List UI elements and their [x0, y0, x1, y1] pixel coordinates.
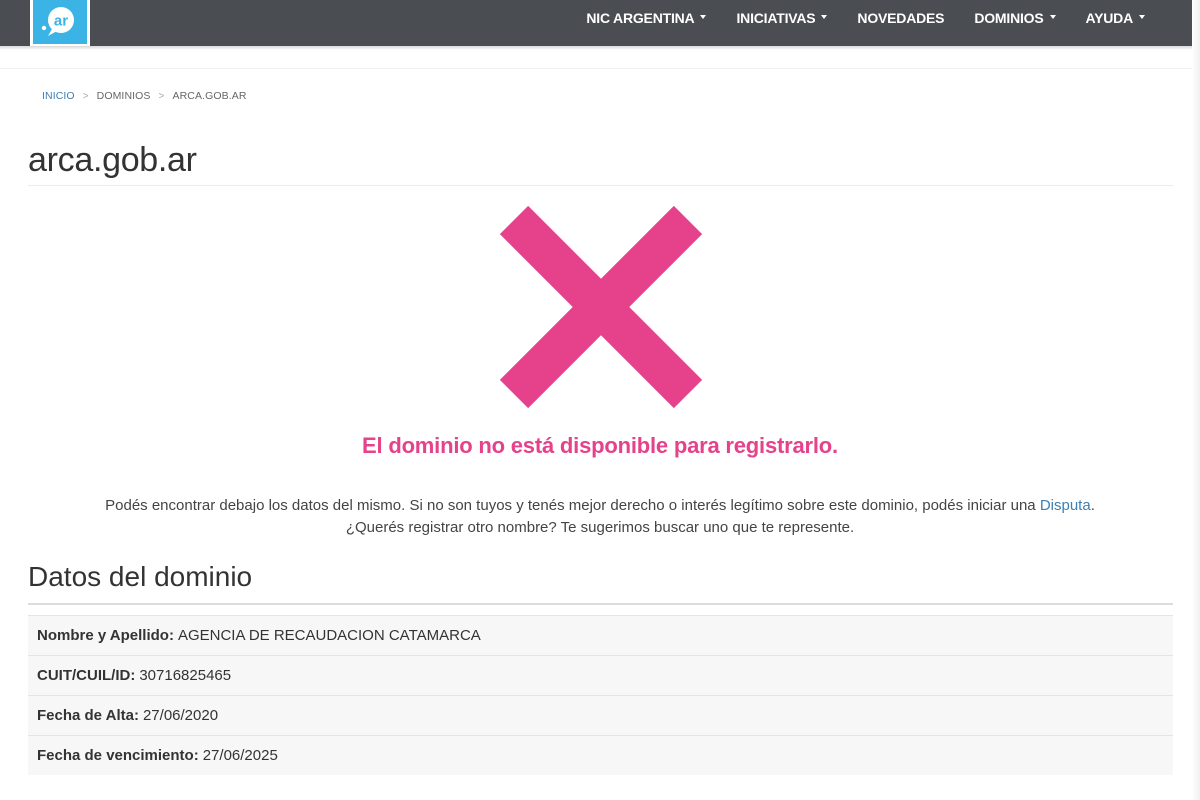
info-text: Podés encontrar debajo los datos del mis…: [0, 495, 1200, 539]
row-value: AGENCIA DE RECAUDACION CATAMARCA: [177, 627, 481, 644]
ar-logo-icon: ar: [41, 7, 74, 36]
row-label: CUIT/CUIL/ID:: [37, 667, 136, 684]
caret-down-icon: [1049, 15, 1056, 19]
page-title: arca.gob.ar: [28, 141, 197, 179]
svg-text:ar: ar: [54, 13, 68, 30]
nav-item-nic-argentina[interactable]: NIC ARGENTINA: [586, 10, 707, 26]
section-title: Datos del dominio: [28, 561, 253, 592]
top-navbar: ar NIC ARGENTINA INICIATIVAS NOVEDADES D…: [0, 0, 1200, 46]
nav-item-label: NIC ARGENTINA: [586, 10, 695, 26]
nav-item-ayuda[interactable]: AYUDA: [1085, 10, 1145, 26]
nav-item-label: NOVEDADES: [857, 10, 945, 26]
main-nav: NIC ARGENTINA INICIATIVAS NOVEDADES DOMI…: [556, 0, 1145, 36]
logo-badge: ar: [33, 0, 87, 44]
info-line-2: ¿Querés registrar otro nombre? Te sugeri…: [345, 519, 855, 536]
row-label: Nombre y Apellido:: [37, 627, 174, 644]
unavailable-message: El dominio no está disponible para regis…: [362, 433, 838, 458]
title-divider: [28, 185, 1173, 186]
domain-data-table: Nombre y Apellido: AGENCIA DE RECAUDACIO…: [28, 615, 1173, 775]
breadcrumb-separator: >: [158, 90, 165, 102]
dispute-link[interactable]: Disputa: [1040, 497, 1091, 514]
caret-down-icon: [1139, 15, 1145, 19]
info-line-1-end: .: [1090, 497, 1095, 514]
divider: [0, 68, 1200, 69]
x-icon: [500, 206, 702, 408]
section-divider: [28, 603, 1173, 605]
breadcrumb-home-link[interactable]: INICIO: [42, 90, 75, 102]
info-line-1: Podés encontrar debajo los datos del mis…: [0, 495, 1200, 517]
nav-item-label: INICIATIVAS: [736, 10, 816, 26]
caret-down-icon: [700, 15, 707, 19]
info-line-1-text: Podés encontrar debajo los datos del mis…: [105, 497, 1040, 514]
breadcrumb-dominios[interactable]: DOMINIOS: [97, 90, 151, 102]
breadcrumb-current: ARCA.GOB.AR: [172, 90, 247, 102]
nav-item-label: DOMINIOS: [974, 10, 1044, 26]
table-row: Nombre y Apellido: AGENCIA DE RECAUDACIO…: [28, 615, 1173, 655]
row-label: Fecha de vencimiento:: [37, 747, 199, 764]
row-value: 30716825465: [139, 667, 232, 684]
caret-down-icon: [821, 15, 828, 19]
table-row: Fecha de Alta: 27/06/2020: [28, 695, 1173, 735]
row-value: 27/06/2020: [142, 707, 219, 724]
nav-item-label: AYUDA: [1085, 10, 1134, 26]
table-row: Fecha de vencimiento: 27/06/2025: [28, 735, 1173, 775]
breadcrumb: INICIO > DOMINIOS > ARCA.GOB.AR: [42, 90, 247, 102]
nav-item-iniciativas[interactable]: INICIATIVAS: [736, 10, 828, 26]
table-row: CUIT/CUIL/ID: 30716825465: [28, 655, 1173, 695]
site-logo[interactable]: ar: [30, 0, 90, 46]
row-value: 27/06/2025: [202, 747, 278, 764]
page-edge: [1192, 0, 1200, 800]
nav-item-novedades[interactable]: NOVEDADES: [857, 10, 944, 26]
navbar-shadow: [0, 46, 1200, 50]
nav-item-dominios[interactable]: DOMINIOS: [974, 10, 1056, 26]
breadcrumb-separator: >: [82, 90, 89, 102]
row-label: Fecha de Alta:: [37, 707, 139, 724]
